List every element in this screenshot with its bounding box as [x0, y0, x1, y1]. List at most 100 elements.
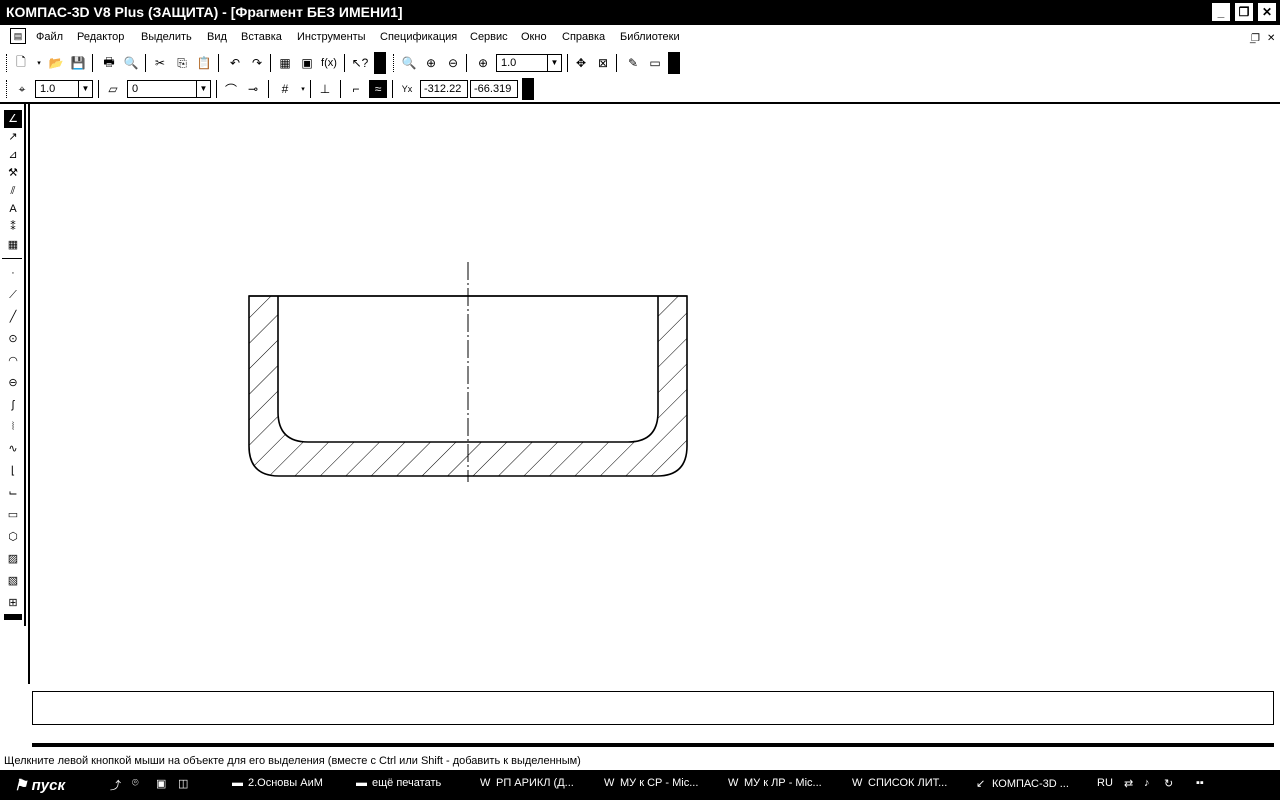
chamfer-icon[interactable]: ⌊ [4, 462, 22, 480]
help-pointer-icon[interactable]: ↖? [351, 54, 369, 72]
local-snap-icon[interactable]: ⊸ [244, 80, 262, 98]
hatch-icon[interactable]: ▨ [4, 550, 22, 568]
menu-libraries[interactable]: Библиотеки [620, 31, 680, 43]
taskbar-item[interactable]: W МУ к СР - Mic... [604, 777, 698, 789]
menu-insert[interactable]: Вставка [241, 31, 282, 43]
undo-icon[interactable]: ↶ [226, 54, 244, 72]
circle-icon[interactable]: ⊙ [4, 330, 22, 348]
symbols-icon[interactable]: ⊿ [4, 146, 22, 164]
taskbar-item[interactable]: ▬ 2.Основы АиМ [232, 777, 323, 789]
tray-misc-icon[interactable]: ▪▪ [1196, 777, 1204, 789]
coord-y-field[interactable]: -66.319 [470, 80, 518, 98]
chevron-down-icon[interactable]: ▼ [78, 81, 92, 97]
coord-x-field[interactable]: -312.22 [420, 80, 468, 98]
print-icon[interactable]: 🖶 [100, 54, 118, 72]
document-icon[interactable]: ▤ [10, 28, 26, 44]
properties-icon[interactable]: ▦ [276, 54, 294, 72]
quicklaunch-tool-icon[interactable]: ▣ [156, 777, 166, 790]
open-folder-icon[interactable]: 📂 [47, 54, 65, 72]
pan-icon[interactable]: ✥ [572, 54, 590, 72]
polyline-icon[interactable]: ∿ [4, 440, 22, 458]
collect-contour-icon[interactable]: ⊞ [4, 594, 22, 612]
redo-icon[interactable]: ↷ [248, 54, 266, 72]
taskbar-item[interactable]: W РП АРИКЛ (Д... [480, 777, 574, 789]
toolbar-grip[interactable] [6, 54, 9, 72]
toolbar-grip[interactable] [393, 54, 396, 72]
start-button[interactable]: ⚑ пуск [14, 776, 65, 794]
cursor-step-icon[interactable]: ⌖ [13, 80, 31, 98]
zoom-window-icon[interactable]: 🔍 [400, 54, 418, 72]
coordinates-icon[interactable]: Yx [398, 80, 416, 98]
save-icon[interactable]: 💾 [69, 54, 87, 72]
quicklaunch-browser-icon[interactable]: ⌾ [132, 777, 139, 790]
menu-tools[interactable]: Инструменты [297, 31, 366, 43]
taskbar-item[interactable]: W СПИСОК ЛИТ... [852, 777, 947, 789]
tray-sync-icon[interactable]: ↻ [1164, 777, 1173, 790]
geometry-icon[interactable]: ∠ [4, 110, 22, 128]
drawing[interactable] [30, 104, 1280, 684]
step-combo[interactable]: 1.0 ▼ [35, 80, 93, 98]
paste-icon[interactable]: 📋 [195, 54, 213, 72]
chevron-down-icon[interactable]: ▼ [196, 81, 210, 97]
layer-combo[interactable]: 0 ▼ [127, 80, 211, 98]
nurbs-icon[interactable]: ⦚ [4, 418, 22, 436]
variables-icon[interactable]: f(x) [320, 54, 338, 72]
rectangle-icon[interactable]: ▭ [4, 506, 22, 524]
taskbar-item[interactable]: ▬ ещё печатать [356, 777, 441, 789]
ortho-icon[interactable]: ⌐ [347, 80, 365, 98]
measure-icon[interactable]: A [4, 200, 22, 218]
spline-icon[interactable]: ʃ [4, 396, 22, 414]
round-icon[interactable]: ≈ [369, 80, 387, 98]
layer-icon[interactable]: ▱ [104, 80, 122, 98]
aux-line-icon[interactable]: ⟋ [4, 286, 22, 304]
dropdown-arrow-icon[interactable]: ▾ [30, 54, 48, 72]
parametrization-icon[interactable]: ⫽ [4, 182, 22, 200]
close-button[interactable]: ✕ [1257, 2, 1277, 22]
local-cs-icon[interactable]: ⊥ [316, 80, 334, 98]
zoom-scale-icon[interactable]: ⊕ [474, 54, 492, 72]
snap-icon[interactable]: ⌒ [222, 80, 240, 98]
edit-icon[interactable]: ⚒ [4, 164, 22, 182]
select-icon[interactable]: ⁑ [4, 218, 22, 236]
menu-editor[interactable]: Редактор [77, 31, 124, 43]
fillet-icon[interactable]: ⌙ [4, 484, 22, 502]
drawing-canvas[interactable] [28, 104, 1280, 684]
menu-help[interactable]: Справка [562, 31, 605, 43]
fill-icon[interactable]: ▧ [4, 572, 22, 590]
mdi-restore-button[interactable]: ❐ [1251, 33, 1260, 44]
spec-icon[interactable]: ▦ [4, 236, 22, 254]
cut-icon[interactable]: ✂ [151, 54, 169, 72]
zoom-out-icon[interactable]: ⊖ [444, 54, 462, 72]
minimize-button[interactable]: _ [1211, 2, 1231, 22]
zoom-combo[interactable]: 1.0 ▼ [496, 54, 562, 72]
show-all-icon[interactable]: ⊠ [594, 54, 612, 72]
segment-icon[interactable]: ╱ [4, 308, 22, 326]
menu-select[interactable]: Выделить [141, 31, 192, 43]
mdi-close-button[interactable]: ✕ [1267, 33, 1275, 44]
restore-button[interactable]: ❐ [1234, 2, 1254, 22]
toolbar-grip[interactable] [6, 80, 9, 98]
ellipse-icon[interactable]: ⊖ [4, 374, 22, 392]
library-manager-icon[interactable]: ▣ [298, 54, 316, 72]
language-indicator[interactable]: RU [1097, 777, 1113, 789]
tray-network-icon[interactable]: ⇄ [1124, 777, 1133, 790]
refresh-icon[interactable]: ✎ [624, 54, 642, 72]
menu-view[interactable]: Вид [207, 31, 227, 43]
menu-service[interactable]: Сервис [470, 31, 508, 43]
copy-icon[interactable]: ⎘ [173, 54, 191, 72]
grid-icon[interactable]: # [276, 80, 294, 98]
arc-icon[interactable]: ◠ [4, 352, 22, 370]
polygon-icon[interactable]: ⬡ [4, 528, 22, 546]
tray-volume-icon[interactable]: ♪ [1144, 777, 1150, 789]
menu-specification[interactable]: Спецификация [380, 31, 457, 43]
menu-file[interactable]: Файл [36, 31, 63, 43]
taskbar-item[interactable]: W МУ к ЛР - Mic... [728, 777, 822, 789]
dimensions-icon[interactable]: ↗ [4, 128, 22, 146]
point-icon[interactable]: · [4, 264, 22, 282]
quicklaunch-desktop-icon[interactable]: ⤴ [110, 777, 121, 793]
menu-window[interactable]: Окно [521, 31, 547, 43]
taskbar-item-active[interactable]: ↙ КОМПАС-3D ... [976, 777, 1069, 790]
quicklaunch-app-icon[interactable]: ◫ [178, 777, 188, 790]
command-line[interactable] [32, 691, 1274, 725]
zoom-in-icon[interactable]: ⊕ [422, 54, 440, 72]
